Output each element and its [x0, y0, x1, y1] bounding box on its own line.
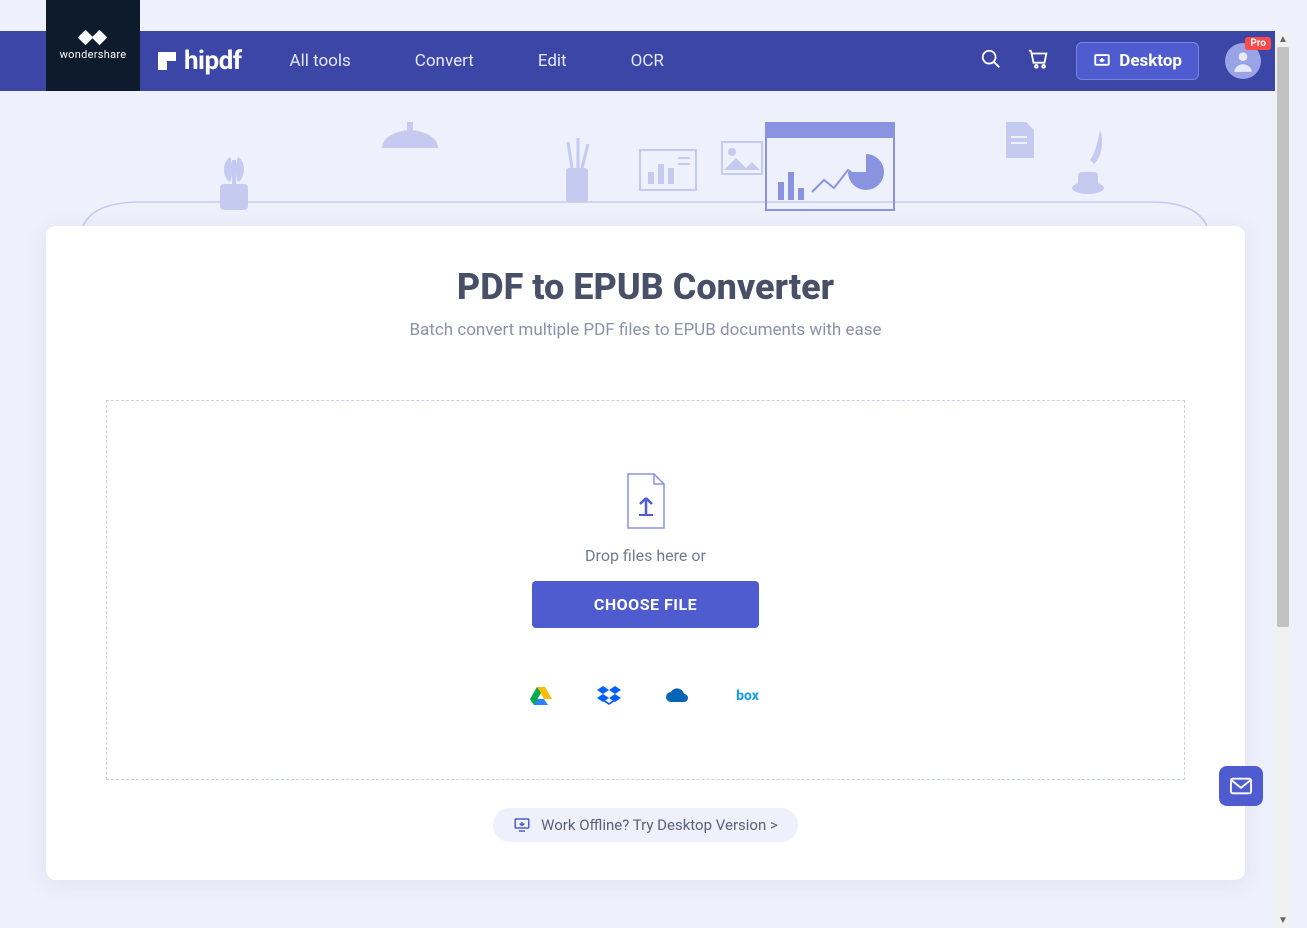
- cart-icon[interactable]: [1028, 48, 1050, 74]
- nav-link-convert[interactable]: Convert: [415, 51, 474, 71]
- contact-mail-button[interactable]: [1219, 766, 1263, 806]
- download-icon: [1093, 52, 1111, 70]
- onedrive-icon[interactable]: [665, 684, 689, 708]
- drop-text: Drop files here or: [585, 546, 706, 565]
- scrollbar-down-button[interactable]: ▼: [1275, 912, 1291, 928]
- download-desktop-icon: [513, 816, 531, 834]
- offline-pill[interactable]: Work Offline? Try Desktop Version >: [493, 808, 798, 842]
- top-nav: hipdf All tools Convert Edit OCR Desktop…: [0, 31, 1291, 91]
- nav-links: All tools Convert Edit OCR: [290, 51, 664, 71]
- file-dropzone[interactable]: Drop files here or CHOOSE FILE box: [106, 400, 1185, 780]
- hipdf-label: hipdf: [184, 46, 242, 76]
- choose-file-button[interactable]: CHOOSE FILE: [532, 581, 759, 628]
- page-title: PDF to EPUB Converter: [106, 266, 1185, 308]
- wondershare-brand-block[interactable]: wondershare: [46, 0, 140, 91]
- upload-file-icon: [622, 472, 670, 530]
- box-icon[interactable]: box: [733, 684, 763, 708]
- nav-link-edit[interactable]: Edit: [538, 51, 567, 71]
- decorative-strip: [0, 122, 1291, 232]
- pro-badge: Pro: [1245, 37, 1271, 50]
- user-icon: [1230, 48, 1256, 74]
- scrollbar-up-button[interactable]: ▲: [1275, 31, 1291, 47]
- nav-link-all-tools[interactable]: All tools: [290, 51, 351, 71]
- wondershare-logo-icon: [80, 30, 106, 44]
- mail-icon: [1230, 777, 1252, 795]
- avatar[interactable]: Pro: [1225, 43, 1261, 79]
- dropbox-icon[interactable]: [597, 684, 621, 708]
- desktop-button-label: Desktop: [1119, 51, 1182, 71]
- cloud-sources-row: box: [529, 684, 763, 708]
- page-subtitle: Batch convert multiple PDF files to EPUB…: [106, 320, 1185, 340]
- hipdf-mark-icon: [158, 52, 176, 70]
- wondershare-label: wondershare: [60, 48, 127, 61]
- offline-pill-label: Work Offline? Try Desktop Version >: [541, 816, 778, 834]
- google-drive-icon[interactable]: [529, 684, 553, 708]
- vertical-scrollbar[interactable]: ▲ ▼: [1275, 31, 1291, 928]
- desktop-button[interactable]: Desktop: [1076, 42, 1199, 80]
- scrollbar-thumb[interactable]: [1277, 47, 1289, 627]
- nav-right: Desktop Pro: [980, 42, 1261, 80]
- nav-link-ocr[interactable]: OCR: [631, 51, 664, 71]
- hipdf-logo[interactable]: hipdf: [158, 46, 242, 76]
- converter-card: PDF to EPUB Converter Batch convert mult…: [46, 226, 1245, 880]
- search-icon[interactable]: [980, 48, 1002, 74]
